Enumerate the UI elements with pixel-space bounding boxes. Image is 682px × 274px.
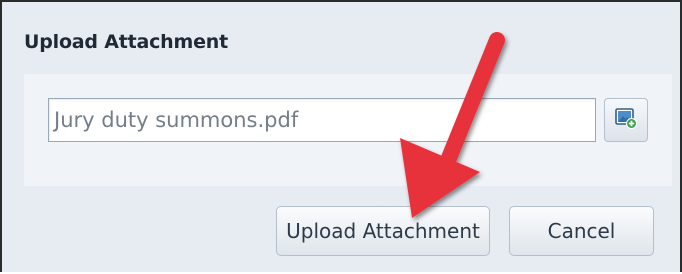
image-add-icon	[614, 106, 638, 134]
cancel-button[interactable]: Cancel	[509, 206, 654, 256]
upload-panel: Jury duty summons.pdf	[24, 74, 672, 186]
file-name-input[interactable]: Jury duty summons.pdf	[48, 98, 596, 142]
upload-attachment-button[interactable]: Upload Attachment	[276, 206, 490, 256]
dialog-title: Upload Attachment	[24, 31, 229, 53]
browse-file-button[interactable]	[604, 98, 648, 142]
upload-attachment-dialog: Upload Attachment Jury duty summons.pdf …	[0, 0, 682, 272]
